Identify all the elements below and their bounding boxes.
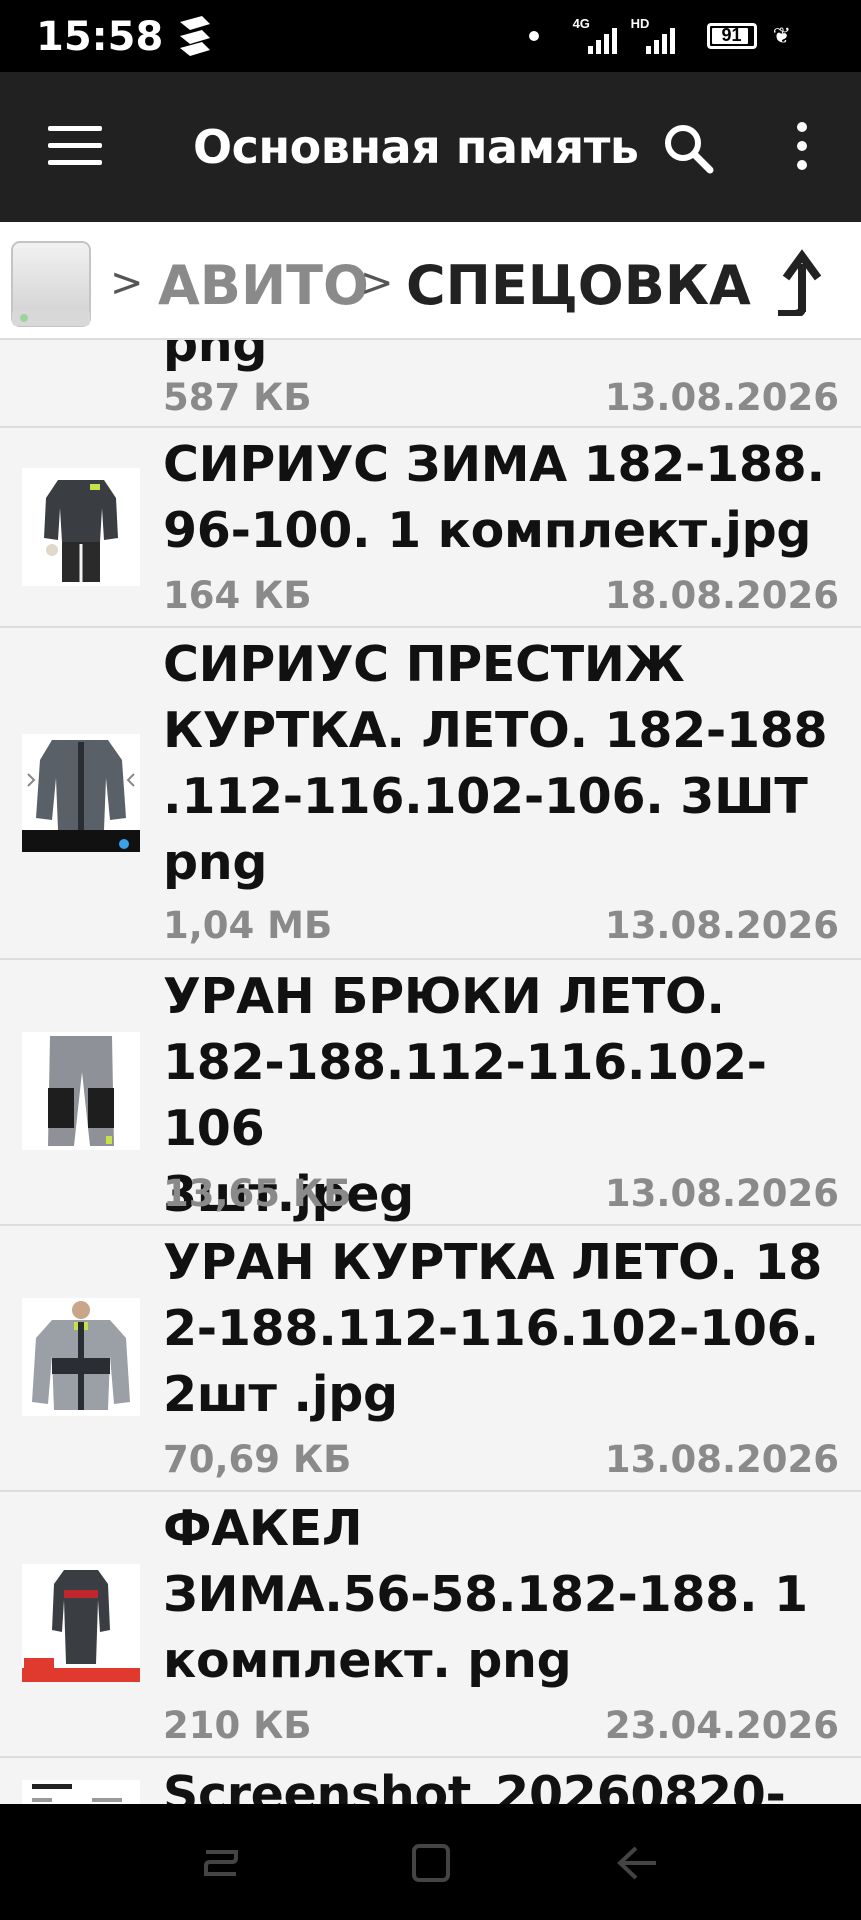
- home-icon[interactable]: [406, 1838, 456, 1888]
- file-size: 1,04 МБ: [163, 904, 333, 947]
- file-size: 587 КБ: [163, 376, 312, 419]
- file-date: 23.04.2026: [604, 1704, 839, 1747]
- file-name: Screenshot_20260820-15: [163, 1766, 786, 1804]
- file-thumbnail-image: [22, 1298, 140, 1416]
- file-date: 13.08.2026: [604, 904, 839, 947]
- list-item[interactable]: СИРИУС ПРЕСТИЖ КУРТКА. ЛЕТО. 182-188 .11…: [0, 628, 861, 960]
- breadcrumb-item-spetsovka[interactable]: СПЕЦОВКА: [406, 254, 751, 317]
- status-icons: 4G HD 91 ❦: [528, 16, 791, 54]
- battery-saver-leaf-icon: ❦: [772, 23, 791, 48]
- file-date: 13.08.2026: [604, 376, 839, 419]
- file-name: png: [163, 340, 268, 373]
- recents-icon[interactable]: [196, 1838, 246, 1888]
- breadcrumb-separator: >: [360, 260, 394, 306]
- drive-icon[interactable]: [10, 240, 92, 328]
- file-name: УРАН КУРТКА ЛЕТО. 18 2-188.112-116.102-1…: [163, 1234, 822, 1423]
- breadcrumb-item-avito[interactable]: АВИТО: [158, 254, 369, 317]
- menu-icon[interactable]: [48, 126, 102, 166]
- list-item[interactable]: png 587 КБ 13.08.2026: [0, 340, 861, 428]
- file-date: 13.08.2026: [604, 1172, 839, 1215]
- file-date: 13.08.2026: [604, 1438, 839, 1481]
- file-size: 210 КБ: [163, 1704, 312, 1747]
- file-thumbnail-image: [22, 468, 140, 586]
- navigation-bar: [0, 1804, 861, 1920]
- file-list: png 587 КБ 13.08.2026 СИРИУС ЗИМА 182-18…: [0, 340, 861, 1804]
- file-size: 70,69 КБ: [163, 1438, 352, 1481]
- folder-up-icon[interactable]: [768, 246, 824, 316]
- app-notification-icon: [180, 16, 210, 56]
- more-vert-icon[interactable]: [790, 122, 814, 176]
- file-thumbnail-image: [22, 1032, 140, 1150]
- battery-icon: 91: [706, 23, 757, 49]
- notification-dot-icon: [528, 31, 539, 41]
- status-bar: 15:58 4G HD 91 ❦: [0, 0, 861, 72]
- file-thumbnail-image: [22, 1564, 140, 1682]
- list-item[interactable]: ФАКЕЛ ЗИМА.56-58.182-188. 1 комплект. pn…: [0, 1492, 861, 1758]
- file-thumbnail-image: [22, 734, 140, 852]
- file-thumbnail-image: [22, 1780, 140, 1804]
- back-icon[interactable]: [612, 1838, 662, 1888]
- file-date: 18.08.2026: [604, 574, 839, 617]
- signal-hd-icon: HD: [631, 16, 675, 54]
- breadcrumb: > АВИТО > СПЕЦОВКА: [0, 222, 861, 340]
- toolbar-title: Основная память: [193, 120, 639, 174]
- file-size: 13,65 КБ: [163, 1172, 352, 1215]
- status-time: 15:58: [36, 14, 164, 60]
- file-name: СИРИУС ЗИМА 182-188. 96-100. 1 комплект.…: [163, 436, 825, 559]
- file-name: ФАКЕЛ ЗИМА.56-58.182-188. 1 комплект. pn…: [163, 1500, 808, 1689]
- search-icon[interactable]: [662, 122, 716, 176]
- file-name: СИРИУС ПРЕСТИЖ КУРТКА. ЛЕТО. 182-188 .11…: [163, 636, 828, 891]
- file-size: 164 КБ: [163, 574, 312, 617]
- list-item[interactable]: УРАН КУРТКА ЛЕТО. 18 2-188.112-116.102-1…: [0, 1226, 861, 1492]
- breadcrumb-separator: >: [110, 260, 144, 306]
- app-toolbar: Основная память: [0, 72, 861, 222]
- list-item[interactable]: СИРИУС ЗИМА 182-188. 96-100. 1 комплект.…: [0, 428, 861, 628]
- list-item[interactable]: УРАН БРЮКИ ЛЕТО. 182-188.112-116.102-106…: [0, 960, 861, 1226]
- battery-level: 91: [721, 25, 742, 45]
- list-item[interactable]: Screenshot_20260820-15: [0, 1758, 861, 1804]
- signal-4g-icon: 4G: [573, 16, 617, 54]
